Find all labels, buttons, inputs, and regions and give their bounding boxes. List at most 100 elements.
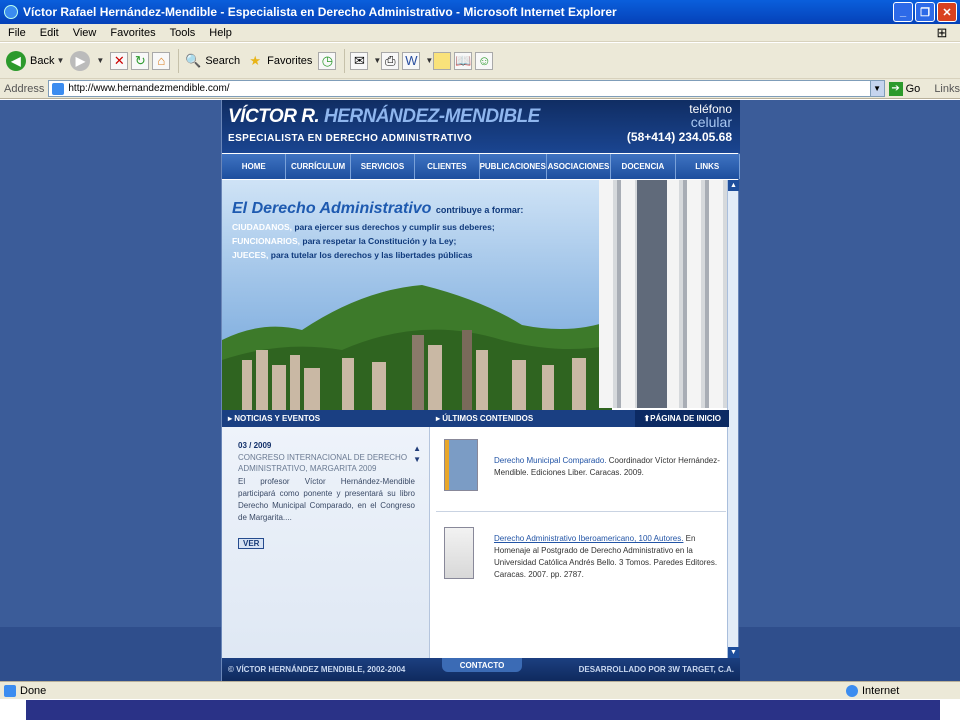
address-label: Address [4,82,45,95]
book-cover-image[interactable] [444,527,474,579]
scroll-up-icon[interactable]: ▲ [728,180,739,191]
section-news-title: ▸ NOTICIAS Y EVENTOS [228,414,321,423]
star-icon: ★ [249,52,261,68]
back-arrow-icon: ◀ [6,50,26,71]
contact-button[interactable]: CONTACTO [442,658,522,672]
menu-file[interactable]: File [2,27,34,39]
nav-docencia[interactable]: DOCENCIA [611,154,676,179]
browser-viewport: VÍCTOR R. HERNÁNDEZ-MENDIBLE ESPECIALIST… [0,100,960,681]
globe-icon [846,684,858,697]
item-text: Derecho Administrativo Iberoamericano, 1… [494,534,718,579]
news-body: El profesor Víctor Hernández-Mendible pa… [238,477,415,522]
hero-line: CIUDADANOS, para ejercer sus derechos y … [232,222,495,232]
nav-home[interactable]: HOME [222,154,287,179]
toolbar-separator [344,48,346,73]
mail-dropdown-icon[interactable]: ▼ [373,56,381,65]
forward-button[interactable]: ▶ ▼ [70,50,104,71]
toolbar: ◀ Back ▼ ▶ ▼ ✕ ↻ ⌂ 🔍 Search ★ Favorites … [0,43,960,79]
note-icon[interactable] [433,51,452,70]
mail-icon[interactable]: ✉ [350,51,369,70]
website: VÍCTOR R. HERNÁNDEZ-MENDIBLE ESPECIALIST… [221,100,740,681]
menu-help[interactable]: Help [203,27,240,39]
site-logo[interactable]: VÍCTOR R. HERNÁNDEZ-MENDIBLE [228,106,540,128]
book-cover-image[interactable] [444,439,478,491]
edit-word-icon[interactable]: W [402,51,421,70]
scroll-down-icon[interactable]: ▼ [728,647,739,658]
research-icon[interactable]: 📖 [454,51,473,70]
item-link[interactable]: Derecho Municipal Comparado. [494,456,607,465]
ver-button[interactable]: VER [238,538,265,549]
item-text: Derecho Municipal Comparado. Coordinador… [494,456,720,477]
window-title: Víctor Rafael Hernández-Mendible - Espec… [23,5,617,19]
links-button[interactable]: Links [934,83,960,95]
history-icon[interactable]: ◷ [318,51,337,70]
news-panel: 03 / 2009 CONGRESO INTERNACIONAL DE DERE… [222,427,430,658]
address-url: http://www.hernandezmendible.com/ [68,83,230,94]
divider [436,511,726,512]
edit-dropdown-icon[interactable]: ▼ [425,56,433,65]
list-item: Derecho Administrativo Iberoamericano, 1… [444,527,724,587]
site-subtitle: ESPECIALISTA EN DERECHO ADMINISTRATIVO [228,133,473,144]
back-button[interactable]: ◀ Back ▼ [6,50,64,71]
hero-text: El Derecho Administrativo contribuye a f… [232,200,532,260]
news-arrows: ▲ ▼ [413,443,421,465]
toolbar-separator [178,48,180,73]
news-title: CONGRESO INTERNACIONAL DE DERECHO ADMINI… [238,453,408,473]
news-date: 03 / 2009 [238,441,272,450]
item-link[interactable]: Derecho Administrativo Iberoamericano, 1… [494,534,683,543]
security-zone[interactable]: Internet [846,684,899,697]
window-title-bar[interactable]: Víctor Rafael Hernández-Mendible - Espec… [0,0,960,24]
home-page-link[interactable]: ⬆ PÁGINA DE INICIO [635,410,729,427]
mountain-cityscape-image [222,285,612,410]
stop-icon[interactable]: ✕ [110,51,129,70]
nav-asociaciones[interactable]: ASOCIACIONES [546,154,612,179]
slide-bottom-band [26,700,940,720]
building-column-image [637,180,667,408]
nav-publicaciones[interactable]: PUBLICACIONES [479,154,547,179]
address-dropdown-icon[interactable]: ▼ [869,81,884,96]
menu-favorites[interactable]: Favorites [104,27,163,39]
windows-logo-icon: ⊞ [936,25,948,40]
go-arrow-icon: ➔ [888,81,903,96]
favorites-button[interactable]: ★ Favorites [246,52,312,70]
menu-edit[interactable]: Edit [34,27,67,39]
ie-icon [4,5,18,19]
hero-heading: El Derecho Administrativo contribuye a f… [232,200,524,217]
go-button[interactable]: ➔ Go [888,81,920,96]
refresh-icon[interactable]: ↻ [131,51,150,70]
search-icon: 🔍 [185,52,202,68]
search-button[interactable]: 🔍 Search [184,52,240,70]
back-dropdown-icon[interactable]: ▼ [56,56,64,65]
hero-line: JUECES, para tutelar los derechos y las … [232,250,473,260]
list-item: Derecho Municipal Comparado. Coordinador… [444,439,724,499]
site-nav: HOME CURRÍCULUM SERVICIOS CLIENTES PUBLI… [222,154,740,179]
nav-servicios[interactable]: SERVICIOS [350,154,416,179]
menu-view[interactable]: View [67,27,105,39]
menu-bar: File Edit View Favorites Tools Help ⊞ [0,24,960,42]
forward-arrow-icon: ▶ [70,50,91,71]
section-bar: ▸ NOTICIAS Y EVENTOS ▸ ÚLTIMOS CONTENIDO… [222,410,729,427]
nav-curriculum[interactable]: CURRÍCULUM [286,154,351,179]
print-icon[interactable]: ⎙ [381,51,400,70]
address-bar: Address http://www.hernandezmendible.com… [0,79,960,99]
latest-content: Derecho Municipal Comparado. Coordinador… [432,427,729,658]
site-footer: © VÍCTOR HERNÁNDEZ MENDIBLE, 2002-2004 C… [222,658,740,681]
news-next-icon[interactable]: ▼ [413,454,421,465]
page-icon [52,82,65,95]
phone-block: teléfono celular (58+414) 234.05.68 [627,102,732,144]
nav-clientes[interactable]: CLIENTES [415,154,480,179]
address-input[interactable]: http://www.hernandezmendible.com/ ▼ [48,80,885,97]
footer-developer: DESARROLLADO POR 3W TARGET, C.A. [578,665,734,674]
maximize-button[interactable]: ❐ [915,2,935,22]
menu-tools[interactable]: Tools [164,27,204,39]
news-prev-icon[interactable]: ▲ [413,443,421,454]
messenger-icon[interactable]: ☺ [475,51,494,70]
home-icon[interactable]: ⌂ [152,51,171,70]
close-button[interactable]: ✕ [937,2,957,22]
status-bar: Done Internet [0,681,960,699]
hero-line: FUNCIONARIOS, para respetar la Constituc… [232,236,457,246]
minimize-button[interactable]: _ [893,2,913,22]
forward-dropdown-icon[interactable]: ▼ [96,56,104,65]
nav-links[interactable]: LINKS [675,154,740,179]
phone-type: celular [690,114,732,130]
